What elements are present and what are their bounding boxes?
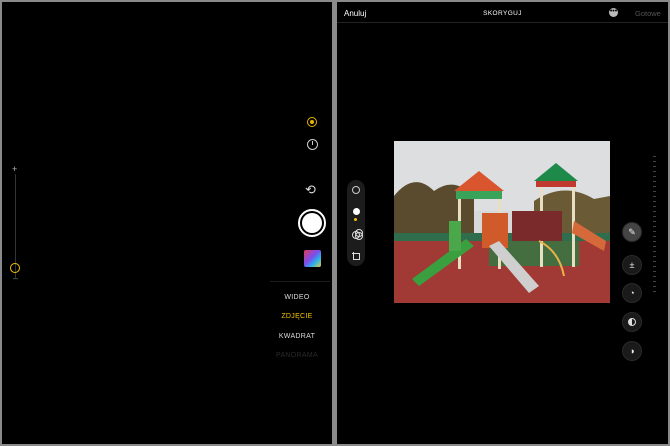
filters-icon[interactable] <box>352 229 363 240</box>
done-button[interactable]: Gotowe <box>635 9 661 18</box>
camera-pane: + – ⟲ WIDEO ZDJĘCIE KWADRAT PANORAMA <box>2 2 332 444</box>
shutter-button[interactable] <box>298 209 326 237</box>
more-options-button[interactable]: ••• <box>609 8 618 17</box>
mode-square[interactable]: KWADRAT <box>267 333 327 340</box>
shadows-icon: ◑ <box>629 346 635 356</box>
zoom-slider-knob[interactable] <box>10 263 20 273</box>
zoom-minus-label: – <box>13 273 19 283</box>
live-photo-icon[interactable] <box>352 186 360 194</box>
brilliance-button[interactable]: ◔ <box>622 283 642 303</box>
last-photo-thumbnail[interactable] <box>304 250 321 267</box>
exposure-icon: ± <box>629 260 635 270</box>
live-photo-icon[interactable] <box>307 117 317 127</box>
mode-video[interactable]: WIDEO <box>267 294 327 301</box>
exposure-button[interactable]: ± <box>622 255 642 275</box>
switch-camera-icon[interactable]: ⟲ <box>305 182 316 198</box>
header-divider <box>337 22 668 23</box>
highlights-button[interactable] <box>622 312 642 332</box>
active-tool-indicator <box>354 218 357 221</box>
mode-panorama[interactable]: PANORAMA <box>267 352 327 359</box>
edited-photo <box>394 141 610 303</box>
crop-icon[interactable] <box>352 252 360 260</box>
adjust-icon[interactable] <box>352 207 360 215</box>
brilliance-icon: ◔ <box>629 288 635 298</box>
adjustment-scale[interactable] <box>653 156 656 296</box>
mode-photo[interactable]: ZDJĘCIE <box>267 313 327 320</box>
timer-icon[interactable] <box>307 139 318 150</box>
highlights-icon <box>628 318 636 326</box>
editor-title: SKORYGUJ <box>483 10 522 17</box>
playground-photo <box>394 141 610 303</box>
auto-enhance-button[interactable]: ✎ <box>622 222 642 242</box>
shadows-button[interactable]: ◑ <box>622 341 642 361</box>
photo-editor-pane: Anuluj SKORYGUJ ••• Gotowe ✎ ± ◔ ◑ <box>337 2 668 444</box>
mode-divider <box>270 281 330 282</box>
auto-enhance-icon: ✎ <box>628 227 636 237</box>
zoom-plus-label: + <box>12 164 18 174</box>
